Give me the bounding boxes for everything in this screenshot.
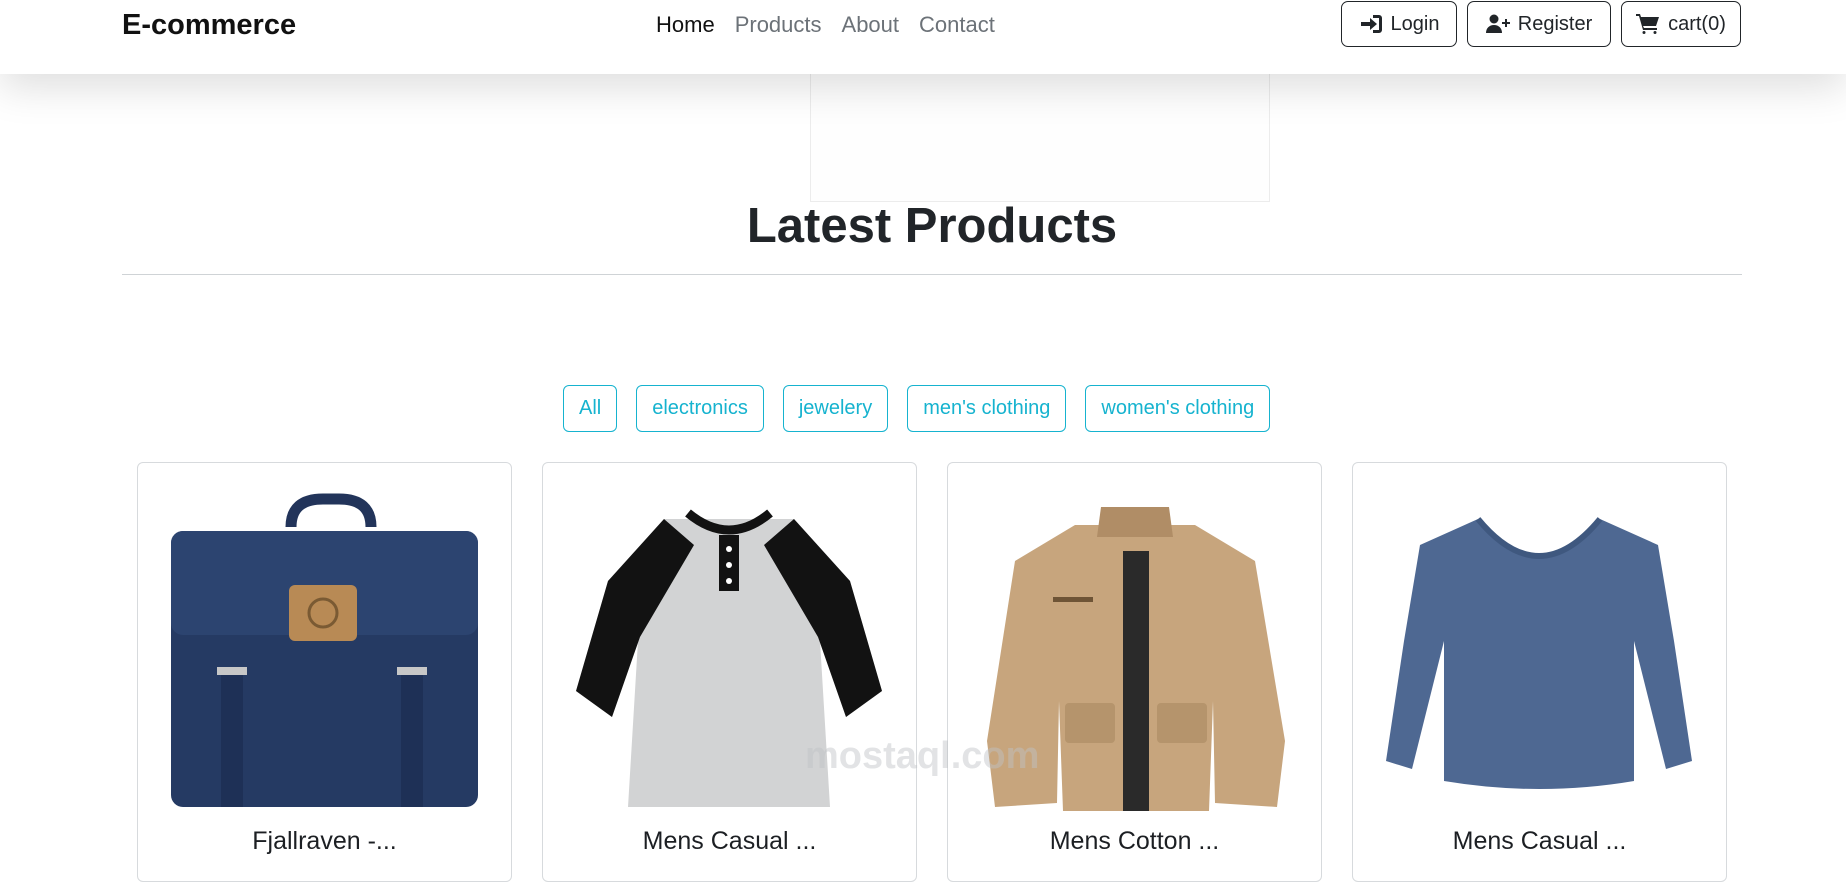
navbar: E-commerce Home Products About Contact L… <box>0 0 1846 74</box>
filter-womens-clothing-button[interactable]: women's clothing <box>1085 385 1271 432</box>
filter-mens-clothing-button[interactable]: men's clothing <box>907 385 1067 432</box>
nav-links: Home Products About Contact <box>656 12 995 38</box>
cart-icon <box>1636 14 1660 34</box>
register-label: Register <box>1517 12 1593 35</box>
title-divider <box>122 274 1742 275</box>
watermark: mostaql.com <box>805 735 1040 777</box>
sign-in-icon <box>1360 15 1382 33</box>
nav-link-contact[interactable]: Contact <box>919 12 995 38</box>
product-card[interactable]: Mens Casual ... <box>1352 462 1727 882</box>
cart-label: cart(0) <box>1668 12 1726 35</box>
cart-button[interactable]: cart(0) <box>1621 1 1741 47</box>
filter-jewelery-button[interactable]: jewelery <box>782 385 889 432</box>
long-sleeve-image <box>1386 517 1692 789</box>
backpack-image <box>171 493 478 807</box>
nav-link-about[interactable]: About <box>842 12 900 38</box>
login-button[interactable]: Login <box>1341 1 1457 47</box>
register-button[interactable]: Register <box>1467 1 1611 47</box>
nav-link-home[interactable]: Home <box>656 12 715 38</box>
product-card[interactable]: Mens Cotton ... <box>947 462 1322 882</box>
nav-link-products[interactable]: Products <box>735 12 822 38</box>
brand-logo[interactable]: E-commerce <box>122 9 296 42</box>
faded-overlay <box>810 68 1270 202</box>
product-card[interactable]: Fjallraven -... <box>137 462 512 882</box>
filter-all-button[interactable]: All <box>563 385 618 432</box>
filter-electronics-button[interactable]: electronics <box>636 385 764 432</box>
category-filters: All electronics jewelery men's clothing … <box>563 385 1271 432</box>
product-card[interactable]: Mens Casual ... <box>542 462 917 882</box>
login-label: Login <box>1390 12 1440 35</box>
page-title: Latest Products <box>746 199 1118 253</box>
user-plus-icon <box>1485 14 1510 33</box>
